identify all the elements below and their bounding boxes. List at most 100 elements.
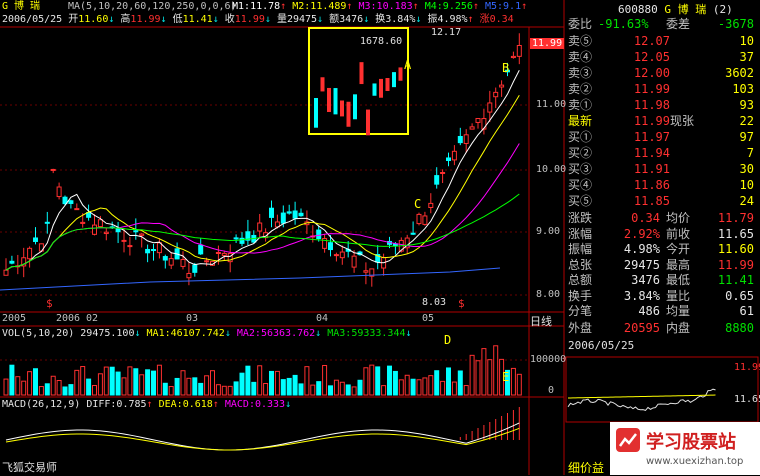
volume-bar [345,384,351,396]
inset-candle [366,109,370,136]
volume-bar [174,377,180,396]
volume-bar [133,368,139,396]
volume-bar [109,366,115,396]
candle-body [92,224,97,235]
buy-level-row[interactable]: 买① 11.97 97 [566,130,760,145]
candle-body [316,229,322,240]
candle-body [50,168,56,171]
order-ratio-row: 委比 -91.63% 委差 -3678 [568,17,754,31]
x-tick: 05 [422,313,435,324]
ma-value: M1:11.78↑ [232,1,287,12]
volume-bar [487,359,493,396]
volume-bar [92,384,97,396]
watermark: 学习股票站 www.xuexizhan.top [610,422,760,475]
volume-bar [86,378,92,396]
tick-tab[interactable]: 细价益 [568,459,604,476]
inset-candle [327,87,331,113]
signal-mark: $ [458,297,465,310]
volume-bar [38,386,44,396]
volume-bar [145,369,151,396]
inset-candle [398,67,403,81]
candle-body [3,269,9,276]
annotation-d: D [444,333,452,347]
candle-body [97,219,103,228]
volume-bar [475,360,481,396]
volume-bar [392,370,398,396]
candle-body [44,221,50,224]
volume-bar [44,383,50,396]
candle-body [145,248,151,254]
buy-level-row[interactable]: 买② 11.94 7 [566,146,760,161]
outer-inner-row: 外盘 20595 内盘 8880 [568,321,754,335]
x-tick: 2006 [56,313,81,324]
ma-value: M5:9.1↑ [484,1,528,12]
volume-bar [274,370,280,396]
stock-name: G 博 瑞 [2,1,41,12]
stat-row: 分笔 486 均量 61 [568,304,754,318]
period-label[interactable]: 日线 [530,313,552,329]
volume-bar [381,385,387,396]
vol-header: VOL(5,10,20) 29475.100↓ MA1:46107.742↓ M… [2,328,412,339]
volume-bar [80,366,86,396]
volume-bar [510,367,516,396]
volume-bar [416,379,422,396]
intraday-date: 2006/05/25 [568,339,635,352]
annotation-c: C [414,197,422,211]
volume-bar [15,376,21,396]
candle-body [151,249,156,252]
volume-bar [257,365,263,396]
ma-value: M4:9.256↑ [424,1,479,12]
sell-level-row[interactable]: 卖④ 12.05 37 [566,50,760,65]
annotation-a: A [404,58,412,72]
volume-bar [328,385,333,396]
price-tick: 11.00 [536,99,567,110]
volume-bar [233,381,239,396]
volume-bar [9,364,15,396]
volume-bar [269,370,274,396]
watermark-url: www.xuexizhan.top [646,456,744,467]
volume-bar [168,386,174,396]
inset-candle [340,100,344,117]
candle-body [499,84,505,88]
volume-bar [239,372,245,396]
low-mark-label: 8.03 [422,297,447,308]
candle-body [451,150,457,161]
intraday-top: 11.99 [734,362,760,373]
candle-body [422,215,428,225]
sell-level-row[interactable]: 卖② 11.99 103 [566,82,760,97]
volume-bar [3,378,9,396]
candle-body [363,270,369,273]
ma-values: M1:11.78↑ M2:11.489↑ M3:10.183↑ M4:9.256… [232,1,527,13]
candle-body [328,242,333,251]
volume-bar [33,368,38,396]
current-price-tag: 11.99 [530,38,565,49]
volume-bar [516,373,522,396]
buy-level-row[interactable]: 买③ 11.91 30 [566,162,760,177]
candle-body [186,272,192,279]
volume-bar [369,364,375,396]
sell-level-row[interactable]: 卖① 11.98 93 [566,98,760,113]
stat-row: 涨跌 0.34 均价 11.79 [568,211,754,225]
candle-body [298,212,304,217]
volume-bar [286,377,292,396]
ma-title: MA(5,10,20,60,120,250,0,0,6) [68,1,237,12]
volume-bar [245,365,251,396]
inset-candle [359,62,364,85]
volume-bar [50,375,56,396]
volume-bar [316,381,322,396]
volume-bar [375,366,381,396]
candle-body [192,264,198,273]
buy-level-row[interactable]: 买⑤ 11.85 24 [566,194,760,209]
candle-body [463,134,469,144]
candle-body [33,237,38,242]
buy-level-row[interactable]: 买④ 11.86 10 [566,178,760,193]
sell-level-row[interactable]: 卖③ 12.00 3602 [566,66,760,81]
volume-bar [139,374,145,396]
volume-bar [192,377,198,396]
volume-bar [162,382,168,396]
candle-body [410,232,416,235]
candle-body [103,231,109,235]
signal-mark: $ [46,297,53,310]
sell-level-row[interactable]: 卖⑤ 12.07 10 [566,34,760,49]
volume-bar [156,364,162,396]
